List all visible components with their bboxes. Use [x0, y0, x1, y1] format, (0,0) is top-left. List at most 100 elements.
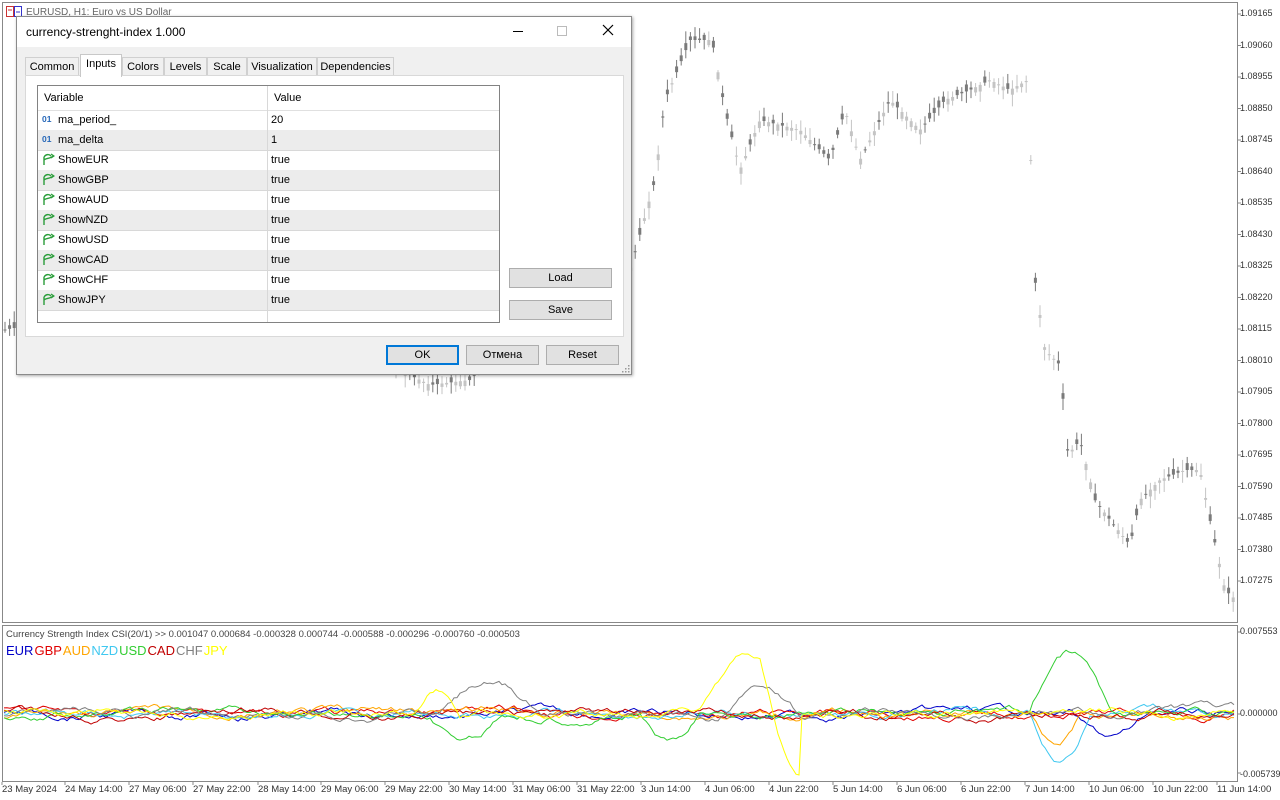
tab-colors[interactable]: Colors — [122, 57, 164, 76]
time-axis-label: 11 Jun 14:00 — [1217, 784, 1272, 795]
time-axis-label: 28 May 14:00 — [258, 784, 316, 795]
indicator-axis-label: -0.005739 — [1240, 769, 1280, 779]
bool-icon — [42, 153, 56, 166]
input-row-showaud[interactable]: ShowAUD true — [38, 190, 499, 211]
legend-gbp: GBP — [34, 643, 62, 658]
price-axis-label: 1.09060 — [1240, 39, 1273, 50]
time-axis-label: 5 Jun 14:00 — [833, 784, 883, 795]
time-axis-label: 4 Jun 06:00 — [705, 784, 755, 795]
input-row-showusd[interactable]: ShowUSD true — [38, 230, 499, 251]
input-value[interactable]: 20 — [271, 114, 283, 126]
legend-jpy: JPY — [203, 643, 228, 658]
tab-visualization[interactable]: Visualization — [247, 57, 317, 76]
input-row-showgbp[interactable]: ShowGBP true — [38, 170, 499, 191]
price-axis-label: 1.08115 — [1240, 323, 1272, 333]
ok-button[interactable]: OK — [386, 345, 459, 365]
price-axis-label: 1.08955 — [1240, 71, 1273, 81]
input-row-ma_period[interactable]: 01 ma_period_ 20 — [38, 110, 499, 131]
input-name: ShowJPY — [58, 294, 106, 306]
input-value[interactable]: 1 — [271, 134, 277, 146]
bool-icon — [42, 293, 56, 306]
input-value[interactable]: true — [271, 234, 290, 246]
input-row-ma_delta[interactable]: 01 ma_delta 1 — [38, 130, 499, 151]
tab-scale[interactable]: Scale — [207, 57, 247, 76]
input-value[interactable]: true — [271, 214, 290, 226]
input-row-showjpy[interactable]: ShowJPY true — [38, 290, 499, 311]
price-axis-label: 1.07275 — [1240, 575, 1273, 585]
bool-icon — [42, 273, 56, 286]
indicator-axis-label: 0.007553 — [1240, 626, 1278, 636]
time-axis-label: 10 Jun 06:00 — [1089, 784, 1144, 795]
bool-icon — [42, 173, 56, 186]
input-name: ShowAUD — [58, 194, 109, 206]
bool-icon — [42, 253, 56, 266]
minimize-button[interactable] — [495, 17, 541, 47]
reset-button[interactable]: Reset — [546, 345, 619, 365]
legend-nzd: NZD — [91, 643, 119, 658]
input-row-showchf[interactable]: ShowCHF true — [38, 270, 499, 291]
column-separator[interactable] — [267, 86, 268, 322]
input-value[interactable]: true — [271, 254, 290, 266]
close-button[interactable] — [585, 17, 631, 47]
save-button[interactable]: Save — [509, 300, 612, 320]
time-axis-label: 10 Jun 22:00 — [1153, 784, 1208, 795]
time-axis-label: 27 May 22:00 — [193, 784, 251, 795]
dialog-titlebar[interactable]: currency-strenght-index 1.000 — [17, 17, 631, 47]
input-value[interactable]: true — [271, 154, 290, 166]
dialog-title: currency-strenght-index 1.000 — [26, 25, 186, 39]
price-axis-label: 1.08010 — [1240, 354, 1273, 365]
price-axis-label: 1.08430 — [1240, 228, 1273, 239]
time-axis-label: 27 May 06:00 — [129, 784, 187, 795]
input-value[interactable]: true — [271, 194, 290, 206]
indicator-legend: EURGBPAUDNZDUSDCADCHFJPY — [6, 643, 229, 658]
price-axis-label: 1.07800 — [1240, 417, 1273, 428]
indicator-properties-dialog[interactable]: currency-strenght-index 1.000 Common Inp… — [16, 16, 632, 375]
time-axis-label: 31 May 22:00 — [577, 784, 635, 795]
input-row-showeur[interactable]: ShowEUR true — [38, 150, 499, 171]
header-value[interactable]: Value — [274, 92, 301, 104]
price-axis-label: 1.07485 — [1240, 512, 1273, 522]
time-axis-label: 6 Jun 22:00 — [961, 784, 1011, 795]
price-axis-label: 1.07590 — [1240, 480, 1273, 491]
input-name: ShowNZD — [58, 214, 109, 226]
header-variable[interactable]: Variable — [44, 92, 84, 104]
time-axis-label: 3 Jun 14:00 — [641, 784, 691, 795]
input-row-showcad[interactable]: ShowCAD true — [38, 250, 499, 271]
grid-header: Variable Value — [38, 86, 499, 111]
input-name: ma_delta — [58, 134, 104, 146]
legend-eur: EUR — [6, 643, 34, 658]
time-axis-label: 29 May 06:00 — [321, 784, 379, 795]
time-axis-label: 7 Jun 14:00 — [1025, 784, 1075, 795]
maximize-icon — [557, 26, 567, 36]
input-value[interactable]: true — [271, 274, 290, 286]
input-value[interactable]: true — [271, 174, 290, 186]
price-axis-label: 1.08220 — [1240, 291, 1273, 302]
tab-common[interactable]: Common — [25, 57, 79, 76]
price-axis-label: 1.07905 — [1240, 386, 1273, 396]
indicator-title: Currency Strength Index CSI(20/1) >> 0.0… — [6, 629, 520, 640]
tab-levels[interactable]: Levels — [164, 57, 207, 76]
price-axis-label: 1.08850 — [1240, 102, 1273, 113]
price-axis-label: 1.09165 — [1240, 8, 1273, 18]
maximize-button — [539, 17, 585, 47]
input-value[interactable]: true — [271, 294, 290, 306]
cancel-button[interactable]: Отмена — [466, 345, 539, 365]
time-axis — [1, 782, 1218, 785]
load-button[interactable]: Load — [509, 268, 612, 288]
price-axis-label: 1.08640 — [1240, 165, 1273, 176]
numeric-icon: 01 — [42, 114, 52, 124]
price-axis-label: 1.08745 — [1240, 134, 1273, 144]
tab-inputs[interactable]: Inputs — [80, 54, 122, 77]
input-name: ShowEUR — [58, 154, 109, 166]
input-row-shownzd[interactable]: ShowNZD true — [38, 210, 499, 231]
tab-dependencies[interactable]: Dependencies — [317, 57, 394, 76]
input-name: ShowCHF — [58, 274, 109, 286]
input-name: ShowUSD — [58, 234, 109, 246]
legend-usd: USD — [119, 643, 147, 658]
bool-icon — [42, 213, 56, 226]
time-axis-label: 6 Jun 06:00 — [897, 784, 947, 795]
minimize-icon — [513, 31, 523, 32]
resize-grip-icon[interactable] — [620, 363, 630, 373]
input-name: ShowGBP — [58, 174, 109, 186]
inputs-grid[interactable]: Variable Value 01 ma_period_ 20 01 ma_delta 1… — [37, 85, 500, 323]
